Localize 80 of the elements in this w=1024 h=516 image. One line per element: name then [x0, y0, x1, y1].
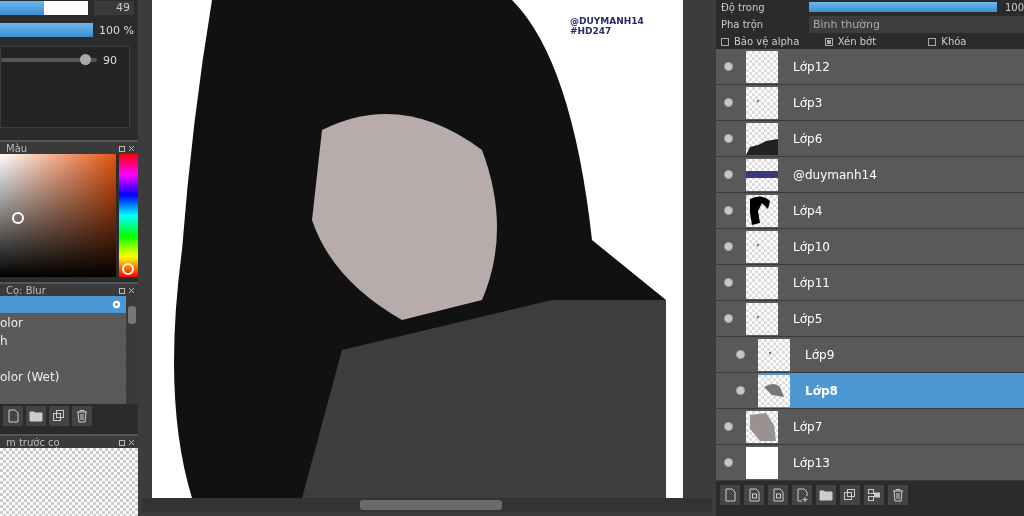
horizontal-scrollbar[interactable]	[142, 498, 712, 512]
panel-controls-icon[interactable]	[119, 286, 135, 294]
visibility-toggle[interactable]	[736, 350, 745, 359]
layer-thumbnail	[758, 374, 790, 407]
folder-icon[interactable]	[816, 484, 836, 505]
visibility-toggle[interactable]	[724, 170, 733, 179]
visibility-toggle[interactable]	[724, 242, 733, 251]
visibility-toggle[interactable]	[736, 386, 745, 395]
layer-thumbnail	[746, 122, 778, 155]
size-value[interactable]: 49	[94, 1, 134, 15]
option-checkbox[interactable]: Xén bớt	[824, 36, 921, 47]
add-layer-icon[interactable]	[792, 484, 812, 505]
visibility-toggle[interactable]	[724, 134, 733, 143]
layer-name: Lớp3	[793, 95, 823, 110]
visibility-toggle[interactable]	[724, 314, 733, 323]
layer-name: Lớp13	[793, 455, 830, 470]
layer-opacity-value: 100	[1004, 1, 1024, 13]
panel-title: Màu	[6, 142, 28, 154]
layer-name: Lớp11	[793, 275, 830, 290]
layer-item[interactable]: Lớp9	[758, 337, 1024, 372]
layer-name: Lớp10	[793, 239, 830, 254]
layer-icon[interactable]	[744, 484, 764, 505]
canvas[interactable]: @DUYMANH14 #HD247	[152, 0, 683, 498]
blend-label: Pha trộn	[721, 18, 765, 30]
trash-icon[interactable]	[888, 484, 908, 505]
layer-thumbnail	[746, 410, 778, 443]
duplicate-icon[interactable]	[840, 484, 860, 505]
layer-thumbnail	[746, 302, 778, 335]
layer-thumbnail	[746, 266, 778, 299]
layer-name: Lớp4	[793, 203, 823, 218]
layer-name: @duymanh14	[793, 167, 877, 182]
panel-title: m trước cọ	[6, 436, 60, 448]
layer-icon[interactable]	[768, 484, 788, 505]
visibility-toggle[interactable]	[724, 206, 733, 215]
opacity-slider[interactable]	[0, 23, 94, 37]
brush-item[interactable]: olor	[0, 314, 126, 332]
correction-value: 90	[103, 53, 118, 67]
folder-icon[interactable]	[26, 406, 46, 426]
panel-controls-icon[interactable]	[119, 438, 135, 446]
brush-item[interactable]: h	[0, 332, 126, 350]
layer-row[interactable]: Lớp9	[716, 337, 1024, 373]
layer-name: Lớp7	[793, 419, 823, 434]
layer-opacity-slider[interactable]	[809, 2, 997, 12]
visibility-toggle[interactable]	[724, 422, 733, 431]
layer-name: Lớp5	[793, 311, 823, 326]
option-checkbox[interactable]: Bảo vệ alpha	[721, 36, 817, 47]
layer-thumbnail	[746, 158, 778, 191]
brush-item[interactable]: olor (Wet)	[0, 368, 126, 386]
layer-thumbnail	[746, 230, 778, 263]
signature-text: #HD247	[570, 26, 613, 36]
file-icon[interactable]	[3, 406, 23, 426]
opacity-label: Độ trong	[721, 1, 766, 13]
layer-name: Lớp12	[793, 59, 830, 74]
visibility-toggle[interactable]	[724, 62, 733, 71]
panel-controls-icon[interactable]	[119, 144, 135, 152]
visibility-toggle[interactable]	[724, 458, 733, 467]
gear-icon[interactable]	[111, 299, 122, 310]
panel-title: Cọ: Blur	[6, 284, 46, 296]
layer-thumbnail	[746, 50, 778, 83]
visibility-toggle[interactable]	[724, 98, 733, 107]
layer-thumbnail	[746, 194, 778, 227]
layer-thumbnail	[746, 446, 778, 479]
new-layer-icon[interactable]	[720, 484, 740, 505]
blend-mode-dropdown[interactable]: Bình thường	[809, 15, 1024, 33]
layer-name: Lớp9	[805, 347, 835, 362]
duplicate-icon[interactable]	[49, 406, 69, 426]
merge-icon[interactable]	[864, 484, 884, 505]
color-picker[interactable]	[0, 154, 116, 277]
option-checkbox[interactable]: Khóa	[928, 36, 1024, 47]
trash-icon[interactable]	[72, 406, 92, 426]
layer-name: Lớp8	[805, 383, 838, 398]
brush-item[interactable]	[0, 296, 126, 314]
size-slider[interactable]	[0, 1, 88, 15]
layer-name: Lớp6	[793, 131, 823, 146]
layer-thumbnail	[758, 338, 790, 371]
opacity-value: 100 %	[99, 23, 134, 37]
signature-text: @DUYMANH14	[570, 16, 644, 26]
visibility-toggle[interactable]	[724, 278, 733, 287]
hue-slider[interactable]	[119, 154, 138, 277]
layer-thumbnail	[746, 86, 778, 119]
